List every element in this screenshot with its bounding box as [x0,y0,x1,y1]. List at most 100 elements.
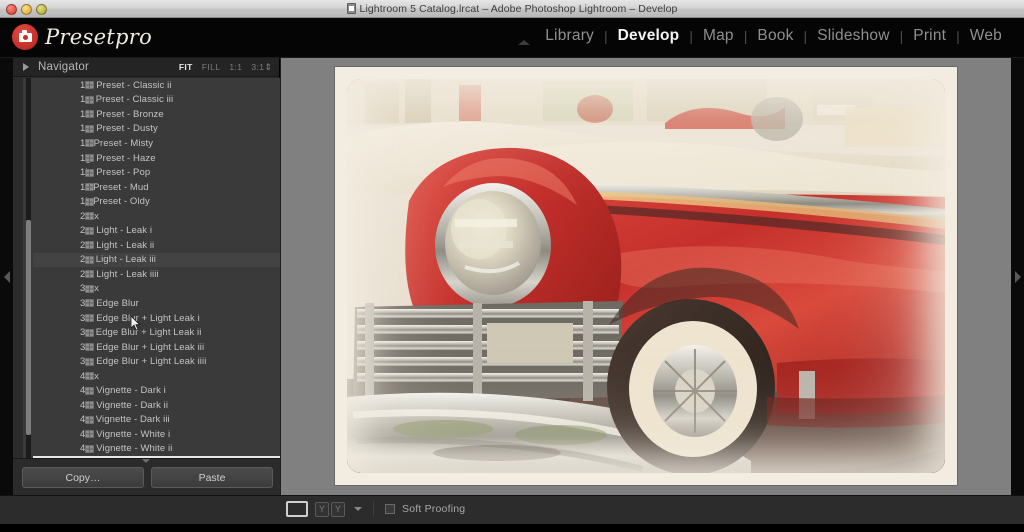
before-view-button[interactable]: Y [315,501,329,517]
soft-proofing-checkbox[interactable] [385,504,395,514]
preset-grid-icon [85,386,94,395]
traffic-light-buttons [6,4,47,15]
preset-grid-icon [85,95,94,104]
zoom-level-1-1[interactable]: 1:1 [229,62,242,72]
preset-grid-icon [85,357,94,366]
after-view-button[interactable]: Y [331,501,345,517]
preset-grid-icon [85,183,94,192]
preset-row[interactable]: 3a. Edge Blur [33,296,280,311]
module-library[interactable]: Library [535,27,604,45]
paste-button[interactable]: Paste [151,467,273,488]
module-map[interactable]: Map [693,27,744,45]
document-icon [346,3,356,14]
right-panel-toggle[interactable] [1011,58,1024,495]
triangle-right-icon [1014,270,1021,283]
left-panel-toggle[interactable] [0,58,13,495]
triangle-up-icon[interactable] [518,40,530,45]
preset-row[interactable]: 4d. Vignette - White i [33,427,280,442]
preset-grid-icon [85,81,94,90]
preset-label: 3c. Edge Blur + Light Leak ii [80,327,202,339]
presets-scrollbar-thumb[interactable] [26,220,31,435]
preset-row[interactable]: 1b. Preset - Classic ii [33,78,280,93]
preset-row[interactable]: 1c. Preset - Classic iii [33,93,280,108]
camera-icon [12,24,38,50]
preset-row[interactable]: 4a. Vignette - Dark i [33,383,280,398]
preset-grid-icon [85,241,94,250]
copy-button[interactable]: Copy… [22,467,144,488]
preset-row[interactable]: 2b. Light - Leak ii [33,238,280,253]
window-title-text: Lightroom 5 Catalog.lrcat – Adobe Photos… [359,2,678,15]
brand-logo: Presetpro [12,24,152,50]
caret-down-icon[interactable] [354,507,362,511]
preset-row[interactable]: 2c. Light - Leak iii [33,252,280,268]
preset-label: 3b. Edge Blur + Light Leak i [80,312,200,324]
module-book[interactable]: Book [747,27,803,45]
preset-grid-icon [85,284,94,293]
window-titlebar: Lightroom 5 Catalog.lrcat – Adobe Photos… [0,0,1024,18]
preset-row[interactable]: 2a. Light - Leak i [33,223,280,238]
preset-grid-icon [85,444,94,453]
preset-row[interactable]: 4 - x [33,369,280,384]
preset-grid-icon [85,226,94,235]
navigator-title: Navigator [38,61,90,73]
preset-grid-icon [85,139,94,148]
preset-row[interactable]: 3e. Edge Blur + Light Leak iiii [33,354,280,369]
preset-row[interactable]: 2d. Light - Leak iiii [33,267,280,282]
preset-label: 3e. Edge Blur + Light Leak iiii [80,356,207,368]
triangle-right-icon [23,63,29,71]
preset-row[interactable]: 3b. Edge Blur + Light Leak i [33,311,280,326]
preset-row[interactable]: 1h. Preset - Pop [33,165,280,180]
preset-row[interactable]: 3d. Edge Blur + Light Leak iii [33,340,280,355]
photo-artwork [347,79,945,473]
image-stage [281,58,1011,495]
preset-grid-icon [85,124,94,133]
module-print[interactable]: Print [903,27,956,45]
loupe-view-icon[interactable] [286,501,308,517]
preset-grid-icon [85,430,94,439]
preset-grid-icon [85,110,94,119]
preset-grid-icon [85,372,94,381]
zoom-button[interactable] [36,4,47,15]
preset-label: 3d. Edge Blur + Light Leak iii [80,341,205,353]
preset-row[interactable]: 3 - x [33,282,280,297]
preset-row[interactable]: 4e. Vignette - White ii [33,442,280,457]
develop-photo[interactable] [347,79,945,473]
photo-frame [335,67,957,485]
preset-row[interactable]: 1e. Preset - Dusty [33,122,280,137]
zoom-stepper-icon[interactable]: ⇕ [264,62,272,73]
preset-grid-icon [85,168,94,177]
preset-row[interactable]: 1g. Preset - Haze [33,151,280,166]
preset-row[interactable]: 4b. Vignette - Dark ii [33,398,280,413]
zoom-level-fill[interactable]: FILL [202,62,221,72]
module-web[interactable]: Web [960,27,1012,45]
preset-row[interactable]: 2 - x [33,209,280,224]
window-title: Lightroom 5 Catalog.lrcat – Adobe Photos… [346,2,678,15]
preset-row[interactable]: 4c. Vignette - Dark iii [33,413,280,428]
panel-resize-handle[interactable] [142,459,150,463]
zoom-level-fit[interactable]: FIT [179,62,193,72]
preset-row[interactable]: 1f. Preset - Misty [33,136,280,151]
preset-row[interactable]: 1j. Preset - Oldy [33,194,280,209]
close-button[interactable] [6,4,17,15]
preset-grid-icon [85,415,94,424]
preset-grid-icon [85,270,94,279]
preset-grid-icon [85,314,94,323]
preset-row[interactable]: 1d. Preset - Bronze [33,107,280,122]
left-panel-footer: Copy… Paste [13,458,280,495]
preset-grid-icon [85,343,94,352]
preset-grid-icon [85,401,94,410]
module-slideshow[interactable]: Slideshow [807,27,899,45]
module-picker: Library | Develop | Map | Book | Slideshow | Print… [535,27,1012,45]
preset-row[interactable]: 3c. Edge Blur + Light Leak ii [33,325,280,340]
lightroom-window: Lightroom 5 Catalog.lrcat – Adobe Photos… [0,0,1024,532]
zoom-level-3-1[interactable]: 3:1 [251,62,264,72]
module-develop[interactable]: Develop [608,27,690,45]
toolbar-divider [373,501,374,517]
minimize-button[interactable] [21,4,32,15]
left-panel: Navigator FIT FILL 1:1 3:1 ⇕ 1b. Preset - C… [13,58,280,532]
preset-grid-icon [85,154,94,162]
identity-bar: Presetpro Library | Develop | Map | Book | Slide… [0,18,1024,58]
preset-row[interactable]: 1i. Preset - Mud [33,180,280,195]
soft-proofing-label: Soft Proofing [402,503,466,515]
navigator-header[interactable]: Navigator FIT FILL 1:1 3:1 ⇕ [13,58,279,77]
